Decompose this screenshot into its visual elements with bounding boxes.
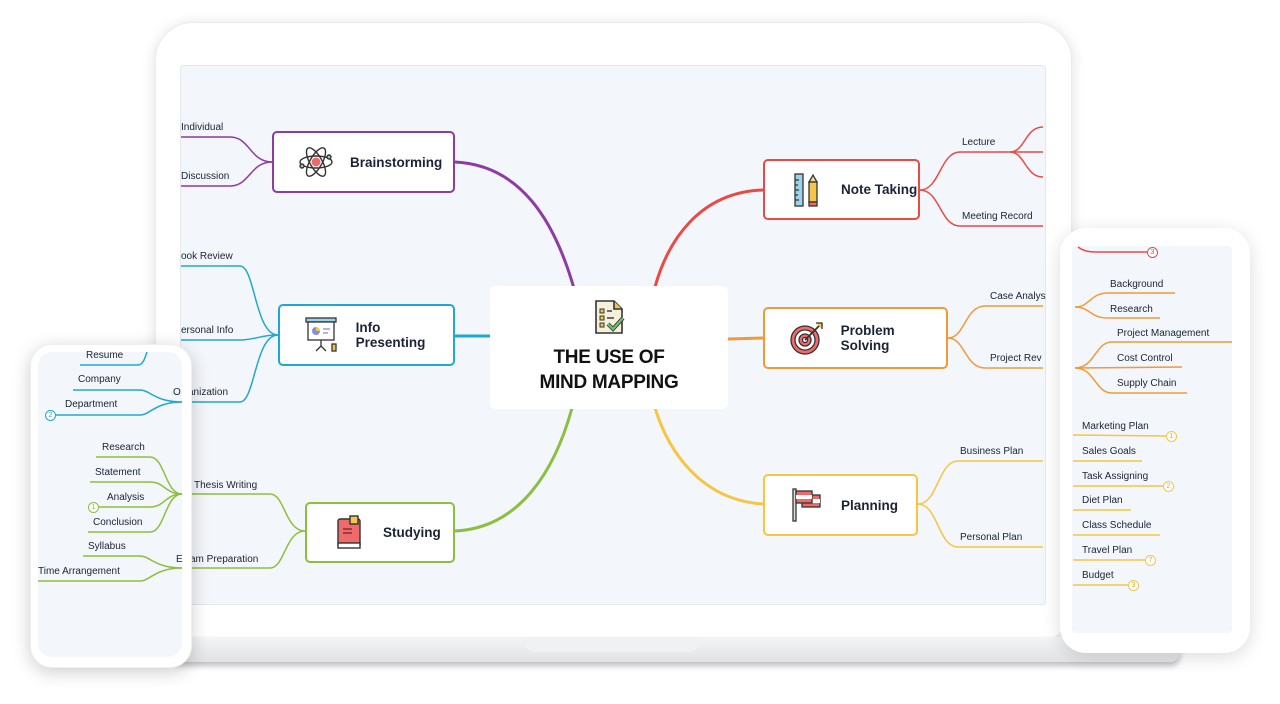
subtopic-exam-partial: E (176, 554, 183, 565)
badge-count: 1 (88, 502, 99, 513)
subtopic-resume[interactable]: Resume (86, 350, 123, 361)
subtopic-syllabus[interactable]: Syllabus (88, 541, 126, 552)
subtopic-time-arrangement[interactable]: Time Arrangement (38, 566, 120, 577)
subtopic-organization-partial: O (173, 387, 181, 398)
phone-branch-lines (38, 352, 182, 582)
subtopic-analysis[interactable]: Analysis (107, 492, 144, 503)
subtopic-conclusion[interactable]: Conclusion (93, 517, 142, 528)
subtopic-research[interactable]: Research (102, 442, 145, 453)
subtopic-statement[interactable]: Statement (95, 467, 141, 478)
badge-count: 2 (45, 410, 56, 421)
subtopic-company[interactable]: Company (78, 374, 121, 385)
subtopic-department[interactable]: Department (65, 399, 117, 410)
